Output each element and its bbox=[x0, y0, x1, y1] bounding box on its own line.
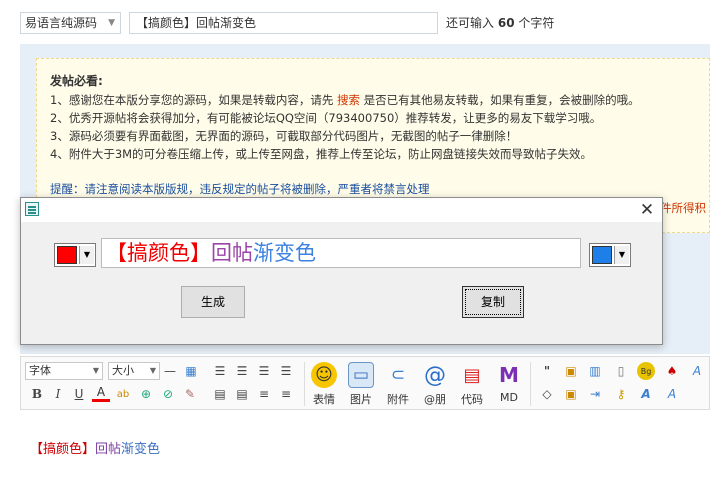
generate-button[interactable]: 生成 bbox=[181, 286, 245, 318]
link-icon[interactable]: ⊕ bbox=[137, 385, 155, 403]
page-break-icon[interactable]: ▯ bbox=[612, 362, 630, 380]
align-left-icon[interactable]: ☰ bbox=[211, 362, 229, 380]
clear-format-icon[interactable]: ✎ bbox=[181, 385, 199, 403]
highlight-icon[interactable]: ab bbox=[114, 385, 132, 403]
chevron-down-icon: ▼ bbox=[108, 18, 115, 28]
superscript-a-icon[interactable]: A bbox=[663, 385, 681, 403]
unordered-list-icon[interactable]: ≡ bbox=[277, 385, 295, 403]
markdown-icon: M bbox=[499, 363, 519, 387]
key-icon[interactable]: ⚷ bbox=[612, 385, 630, 403]
rules-reminder[interactable]: 提醒：请注意阅读本版版规，违反规定的帖子将被删除，严重者将禁言处理 bbox=[50, 181, 430, 197]
start-color-picker[interactable]: ▼ bbox=[54, 243, 96, 267]
category-select[interactable]: 易语言纯源码 ▼ bbox=[20, 12, 121, 34]
free-content-icon[interactable]: ▥ bbox=[586, 362, 604, 380]
float-left-icon[interactable]: ▤ bbox=[211, 385, 229, 403]
qq-icon[interactable]: ♠ bbox=[663, 362, 681, 380]
align-right-icon[interactable]: ☰ bbox=[255, 362, 273, 380]
text-style-icon[interactable]: A bbox=[637, 385, 655, 403]
notice-line-1: 1、感谢您在本版分享您的源码，如果是转载内容，请先 搜索 是否已有其他易友转载，… bbox=[50, 93, 640, 107]
app-icon bbox=[25, 202, 39, 216]
notice-line-4: 4、附件大于3M的可分卷压缩上传，或上传至网盘，推荐上传至论坛，防止网盘链接失效… bbox=[50, 147, 593, 161]
float-right-icon[interactable]: ▤ bbox=[233, 385, 251, 403]
editor-content[interactable]: 【搞颜色】回帖渐变色 bbox=[30, 438, 160, 457]
toolbar-divider bbox=[304, 362, 305, 406]
code-tag-icon[interactable]: ◇ bbox=[538, 385, 556, 403]
unlink-icon[interactable]: ⊘ bbox=[159, 385, 177, 403]
end-color-swatch bbox=[592, 246, 612, 264]
font-family-select[interactable]: 字体 ▼ bbox=[25, 362, 103, 380]
gradient-preview: 【搞颜色】回帖渐变色 bbox=[101, 238, 581, 268]
paperclip-icon: ⊂ bbox=[390, 365, 406, 385]
title-input[interactable]: 【搞颜色】回帖渐变色 bbox=[129, 12, 438, 34]
code-button[interactable]: ▤ 代码 bbox=[454, 362, 490, 407]
italic-icon[interactable]: I bbox=[49, 385, 67, 403]
chevron-down-icon: ▼ bbox=[92, 366, 99, 375]
lock-icon[interactable]: ▣ bbox=[562, 385, 580, 403]
toolbar-divider bbox=[530, 362, 531, 406]
dialog-titlebar bbox=[21, 198, 662, 222]
emoji-button[interactable]: ☺ 表情 bbox=[306, 362, 342, 407]
search-link[interactable]: 搜索 bbox=[337, 93, 360, 107]
markdown-button[interactable]: M MD bbox=[491, 362, 527, 404]
mention-button[interactable]: @ @朋 bbox=[417, 362, 453, 407]
underline-icon[interactable]: U bbox=[70, 385, 88, 403]
horizontal-rule-icon[interactable]: — bbox=[161, 362, 179, 380]
notice-overflow-text: 件所得积 bbox=[660, 201, 706, 215]
font-size-select[interactable]: 大小 ▼ bbox=[108, 362, 160, 380]
chevron-down-icon: ▼ bbox=[149, 366, 156, 375]
copy-button[interactable]: 复制 bbox=[462, 286, 524, 318]
align-center-icon[interactable]: ☰ bbox=[233, 362, 251, 380]
superscript-icon[interactable]: A bbox=[688, 362, 706, 380]
align-justify-icon[interactable]: ☰ bbox=[277, 362, 295, 380]
notice-line-2: 2、优秀开源帖将会获得加分，有可能被论坛QQ空间（793400750）推荐转发，… bbox=[50, 111, 602, 125]
remaining-count: 60 bbox=[497, 16, 515, 30]
close-icon[interactable]: ✕ bbox=[636, 200, 658, 220]
ordered-list-icon[interactable]: ≡ bbox=[255, 385, 273, 403]
hide-content-icon[interactable]: ▣ bbox=[562, 362, 580, 380]
bg-icon[interactable]: Bg bbox=[637, 362, 655, 380]
code-icon: ▤ bbox=[463, 364, 481, 386]
smiley-icon: ☺ bbox=[311, 362, 337, 388]
image-icon: ▭ bbox=[348, 362, 374, 388]
image-button[interactable]: ▭ 图片 bbox=[343, 362, 379, 407]
attachment-button[interactable]: ⊂ 附件 bbox=[380, 362, 416, 407]
notice-title: 发帖必看: bbox=[50, 74, 103, 88]
table-icon[interactable]: ▦ bbox=[182, 362, 200, 380]
char-counter: 还可输入 60 个字符 bbox=[446, 16, 555, 30]
category-value: 易语言纯源码 bbox=[25, 16, 98, 30]
bold-icon[interactable]: B bbox=[28, 385, 46, 403]
chevron-down-icon: ▼ bbox=[79, 246, 94, 264]
start-color-swatch bbox=[57, 246, 77, 264]
font-color-icon[interactable]: A bbox=[92, 385, 110, 402]
at-icon: @ bbox=[424, 362, 446, 388]
chevron-down-icon: ▼ bbox=[614, 246, 629, 264]
quote-icon[interactable]: " bbox=[538, 362, 556, 380]
indent-icon[interactable]: ⇥ bbox=[586, 385, 604, 403]
notice-line-3: 3、源码必须要有界面截图，无界面的源码，可截取部分代码图片，无截图的帖子一律删除… bbox=[50, 129, 518, 143]
end-color-picker[interactable]: ▼ bbox=[589, 243, 631, 267]
